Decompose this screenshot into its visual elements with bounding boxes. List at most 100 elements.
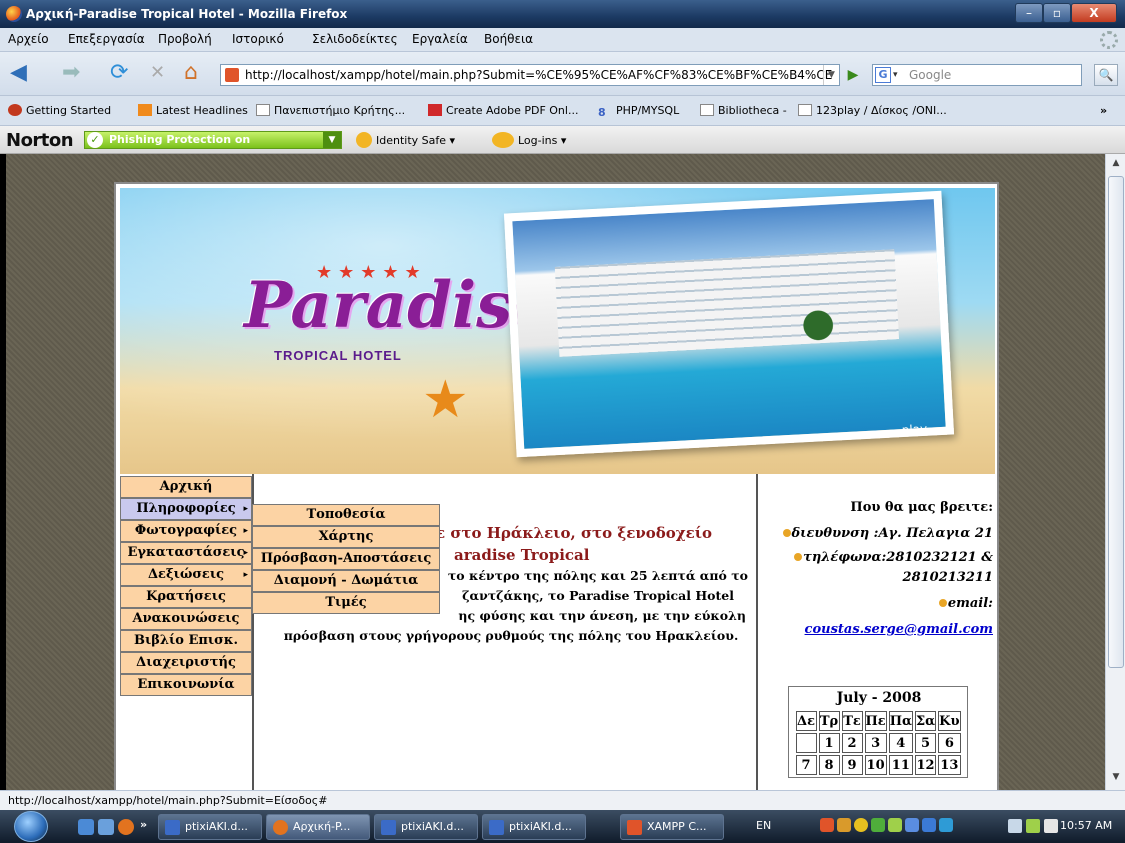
calendar-day-header: Κυ — [938, 711, 961, 731]
bookmark-getting-started[interactable]: Getting Started — [8, 104, 111, 117]
search-engine-dropdown-icon[interactable]: ▾ — [893, 65, 898, 85]
bullet-icon — [938, 599, 947, 607]
submenu-item-location[interactable]: Τοποθεσία — [252, 504, 440, 526]
go-button[interactable]: ▶ — [842, 64, 864, 86]
clock[interactable]: 10:57 AM — [1060, 819, 1112, 832]
calendar-day[interactable]: 5 — [914, 733, 937, 753]
back-icon[interactable]: ◀ — [10, 62, 27, 84]
network-status-icon[interactable] — [1026, 819, 1040, 833]
taskbar-item-word-2[interactable]: ptixiAKI.d... — [374, 814, 478, 840]
menu-item-info[interactable]: Πληροφορίες ▸ — [120, 498, 252, 520]
show-desktop-icon[interactable] — [78, 819, 94, 835]
lock-icon — [356, 132, 372, 148]
page-viewport: ★★★★★ Paradise TROPICAL HOTEL ★ play Αρχ… — [6, 154, 1105, 790]
stop-icon[interactable]: ✕ — [150, 62, 165, 84]
submenu-item-rooms[interactable]: Διαμονή - Δωμάτια — [252, 570, 440, 592]
calendar-day[interactable]: 1 — [818, 733, 840, 753]
menu-help[interactable]: Βοήθεια — [484, 32, 533, 46]
bookmark-bibliotheca[interactable]: Bibliotheca - — [700, 104, 787, 117]
system-tray — [820, 818, 980, 836]
starfish-icon: ★ — [422, 370, 469, 430]
search-input[interactable]: G ▾ Google — [872, 64, 1082, 86]
menu-tools[interactable]: Εργαλεία — [412, 32, 468, 46]
submenu-arrow-icon: ▸ — [243, 504, 248, 514]
calendar-day[interactable]: 4 — [888, 733, 913, 753]
home-icon[interactable]: ⌂ — [184, 62, 198, 84]
calendar-week-row: 7 8 9 10 11 12 13 — [795, 755, 961, 775]
safely-remove-icon[interactable] — [1008, 819, 1022, 833]
calendar-day[interactable]: 8 — [818, 755, 840, 775]
language-indicator[interactable]: EN — [756, 819, 771, 832]
taskbar-item-xampp[interactable]: XAMPP C... — [620, 814, 724, 840]
calendar-day[interactable]: 9 — [841, 755, 863, 775]
bookmark-php-mysql[interactable]: 8 PHP/MYSQL — [598, 104, 679, 119]
password-icon — [492, 132, 514, 148]
close-button[interactable]: X — [1071, 3, 1117, 23]
email-link[interactable]: coustas.serge@gmail.com — [768, 622, 993, 637]
calendar-day[interactable]: 12 — [914, 755, 937, 775]
calendar-day[interactable]: 7 — [795, 755, 817, 775]
menu-item-guestbook[interactable]: Βιβλίο Επισκ. — [120, 630, 252, 652]
scroll-up-icon[interactable]: ▲ — [1109, 158, 1123, 172]
maximize-button[interactable]: ▫ — [1043, 3, 1071, 23]
phishing-protection-status[interactable]: ✓ Phishing Protection on ▼ — [84, 131, 342, 149]
quicklaunch-chevron[interactable]: » — [140, 818, 147, 831]
taskbar-item-word-3[interactable]: ptixiAKI.d... — [482, 814, 586, 840]
identity-safe-button[interactable]: Identity Safe ▾ — [356, 132, 455, 148]
firefox-quicklaunch-icon[interactable] — [118, 819, 134, 835]
menu-history[interactable]: Ιστορικό — [232, 32, 284, 46]
menu-bookmarks[interactable]: Σελιδοδείκτες — [312, 32, 398, 46]
taskbar-item-word[interactable]: ptixiAKI.d... — [158, 814, 262, 840]
scrollbar-thumb[interactable] — [1108, 176, 1124, 668]
google-icon[interactable]: G — [875, 67, 891, 83]
bookmarks-overflow-chevron[interactable]: » — [1100, 104, 1107, 117]
calendar-header-row: Δε Τρ Τε Πε Πα Σα Κυ — [795, 711, 961, 731]
url-bar[interactable]: http://localhost/xampp/hotel/main.php?Su… — [220, 64, 840, 86]
forward-icon[interactable]: ➡ — [62, 62, 80, 84]
bookmark-adobe-pdf[interactable]: Create Adobe PDF Onl... — [428, 104, 578, 117]
calendar-day[interactable]: 11 — [888, 755, 913, 775]
submenu-item-map[interactable]: Χάρτης — [252, 526, 440, 548]
url-dropdown-icon[interactable]: ▼ — [823, 65, 839, 85]
phone-text-2: 2810213211 — [902, 570, 993, 585]
menu-item-announcements[interactable]: Ανακοινώσεις — [120, 608, 252, 630]
menu-item-admin[interactable]: Διαχειριστής — [120, 652, 252, 674]
volume-icon[interactable] — [1044, 819, 1058, 833]
menu-item-receptions[interactable]: Δεξιώσεις ▸ — [120, 564, 252, 586]
network-icon — [939, 818, 953, 832]
submenu-item-access-distances[interactable]: Πρόσβαση-Αποστάσεις — [252, 548, 440, 570]
menu-item-photos[interactable]: Φωτογραφίες ▸ — [120, 520, 252, 542]
minimize-button[interactable]: – — [1015, 3, 1043, 23]
url-text: http://localhost/xampp/hotel/main.php?Su… — [245, 68, 833, 82]
calendar-day[interactable]: 13 — [938, 755, 961, 775]
windows-taskbar: » ptixiAKI.d... Αρχική-P... ptixiAKI.d..… — [0, 810, 1125, 843]
phishing-dropdown-icon[interactable]: ▼ — [323, 132, 341, 148]
search-button[interactable]: 🔍 — [1094, 64, 1118, 86]
calendar-day[interactable]: 10 — [864, 755, 887, 775]
menu-item-reservations[interactable]: Κρατήσεις — [120, 586, 252, 608]
scroll-down-icon[interactable]: ▼ — [1109, 772, 1123, 786]
start-button[interactable] — [14, 811, 48, 842]
reload-icon[interactable]: ⟳ — [110, 62, 128, 84]
calendar-day[interactable]: 3 — [864, 733, 887, 753]
logins-button[interactable]: Log-ins ▾ — [492, 132, 566, 148]
messenger-icon — [854, 818, 868, 832]
switch-windows-icon[interactable] — [98, 819, 114, 835]
menu-item-facilities[interactable]: Εγκαταστάσεις ▸ — [120, 542, 252, 564]
address-text: διευθυνση :Αγ. Πελαγια 21 — [768, 524, 993, 544]
status-bar: http://localhost/xampp/hotel/main.php?Su… — [0, 790, 1125, 810]
menu-edit[interactable]: Επεξεργασία — [68, 32, 145, 46]
calendar-day[interactable]: 6 — [938, 733, 961, 753]
bookmark-latest-headlines[interactable]: Latest Headlines — [138, 104, 248, 117]
menu-file[interactable]: Αρχείο — [8, 32, 49, 46]
vertical-scrollbar[interactable]: ▲ ▼ — [1105, 154, 1125, 790]
taskbar-item-firefox[interactable]: Αρχική-P... — [266, 814, 370, 840]
calendar-day[interactable]: 2 — [841, 733, 863, 753]
menu-item-home[interactable]: Αρχική — [120, 476, 252, 498]
email-label: email: — [768, 594, 993, 614]
bookmark-university[interactable]: Πανεπιστήμιο Κρήτης... — [256, 104, 405, 117]
submenu-item-prices[interactable]: Τιμές — [252, 592, 440, 614]
bookmark-123play[interactable]: 123play / Δίσκος /ONI... — [798, 104, 947, 117]
menu-item-contact[interactable]: Επικοινωνία — [120, 674, 252, 696]
menu-view[interactable]: Προβολή — [158, 32, 212, 46]
